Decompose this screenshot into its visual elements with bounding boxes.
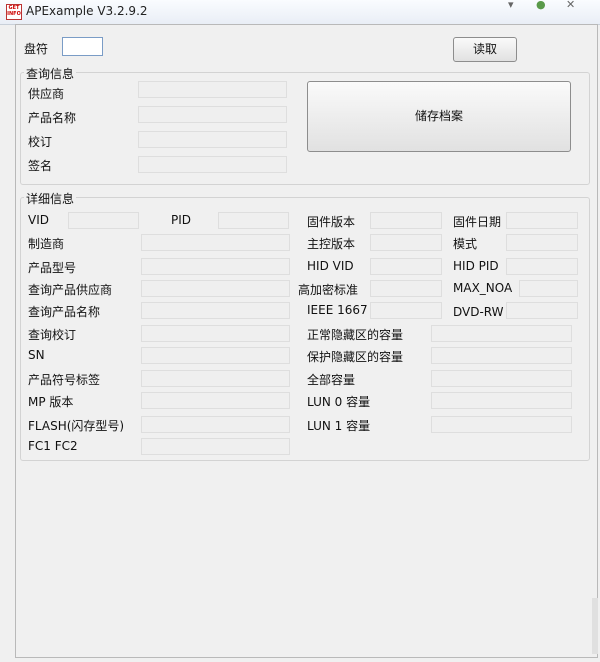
serial-tag-label: 产品符号标签 bbox=[28, 373, 101, 387]
lun0-field bbox=[431, 392, 572, 409]
revision-label: 校订 bbox=[28, 135, 53, 149]
detail-info-title: 详细信息 bbox=[24, 190, 77, 207]
encryption-field bbox=[370, 280, 442, 297]
hid-vid-field bbox=[370, 258, 442, 275]
model-field bbox=[141, 258, 290, 275]
dvd-field bbox=[506, 302, 578, 319]
protected-hidden-field bbox=[431, 347, 572, 364]
max-noa-field bbox=[519, 280, 578, 297]
fc-field bbox=[141, 438, 290, 455]
lun1-field bbox=[431, 416, 572, 433]
query-vendor-label: 查询产品供应商 bbox=[28, 283, 113, 297]
dvd-label: DVD-RW bbox=[453, 305, 504, 319]
protected-hidden-label: 保护隐藏区的容量 bbox=[307, 350, 404, 364]
fw-date-label: 固件日期 bbox=[453, 215, 502, 229]
fw-version-label: 固件版本 bbox=[307, 215, 356, 229]
read-button[interactable]: 读取 bbox=[453, 37, 517, 62]
normal-hidden-field bbox=[431, 325, 572, 342]
lun0-label: LUN 0 容量 bbox=[307, 395, 371, 409]
hid-vid-label: HID VID bbox=[307, 259, 354, 273]
main-panel: 盘符 读取 查询信息 供应商 产品名称 校订 签名 储存档案 详细信息 VID … bbox=[15, 24, 598, 658]
query-product-label: 查询产品名称 bbox=[28, 305, 101, 319]
serial-tag-field bbox=[141, 370, 290, 387]
manufacturer-field bbox=[141, 234, 290, 251]
ieee-field bbox=[370, 302, 442, 319]
revision-field bbox=[138, 131, 287, 148]
signature-field bbox=[138, 156, 287, 173]
fc-label: FC1 FC2 bbox=[28, 439, 78, 453]
vid-label: VID bbox=[28, 213, 49, 227]
flash-model-label: FLASH(闪存型号) bbox=[28, 419, 125, 433]
product-name-field bbox=[138, 106, 287, 123]
mode-label: 模式 bbox=[453, 237, 478, 251]
close-icon[interactable]: ✕ bbox=[566, 0, 575, 14]
vendor-label: 供应商 bbox=[28, 87, 65, 101]
hid-pid-field bbox=[506, 258, 578, 275]
total-capacity-label: 全部容量 bbox=[307, 373, 356, 387]
pid-field bbox=[218, 212, 289, 229]
title-bar: GET INFO APExample V3.2.9.2 ▾ ● ✕ bbox=[0, 0, 600, 25]
mode-field bbox=[506, 234, 578, 251]
product-name-label: 产品名称 bbox=[28, 111, 77, 125]
lun1-label: LUN 1 容量 bbox=[307, 419, 371, 433]
fw-version-field bbox=[370, 212, 442, 229]
save-file-button[interactable]: 储存档案 bbox=[307, 81, 571, 152]
sn-field bbox=[141, 347, 290, 364]
flash-model-field bbox=[141, 416, 290, 433]
query-revision-label: 查询校订 bbox=[28, 328, 77, 342]
vendor-field bbox=[138, 81, 287, 98]
pid-label: PID bbox=[171, 213, 192, 227]
total-capacity-field bbox=[431, 370, 572, 387]
fw-date-field bbox=[506, 212, 578, 229]
max-noa-label: MAX_NOA bbox=[453, 281, 513, 295]
manufacturer-label: 制造商 bbox=[28, 237, 65, 251]
encryption-label: 高加密标准 bbox=[298, 283, 359, 297]
vid-field bbox=[68, 212, 139, 229]
drive-label: 盘符 bbox=[24, 42, 49, 56]
minimize-icon[interactable]: ▾ bbox=[508, 0, 514, 14]
app-icon: GET INFO bbox=[6, 4, 22, 20]
hid-pid-label: HID PID bbox=[453, 259, 499, 273]
query-vendor-field bbox=[141, 280, 290, 297]
mp-version-field bbox=[141, 392, 290, 409]
model-label: 产品型号 bbox=[28, 261, 77, 275]
drive-input[interactable] bbox=[62, 37, 103, 56]
query-info-title: 查询信息 bbox=[24, 65, 77, 82]
query-revision-field bbox=[141, 325, 290, 342]
normal-hidden-label: 正常隐藏区的容量 bbox=[307, 328, 404, 342]
query-product-field bbox=[141, 302, 290, 319]
window-title: APExample V3.2.9.2 bbox=[26, 4, 148, 18]
controller-version-field bbox=[370, 234, 442, 251]
sn-label: SN bbox=[28, 348, 45, 362]
ieee-label: IEEE 1667 bbox=[307, 303, 368, 317]
mp-version-label: MP 版本 bbox=[28, 395, 74, 409]
help-icon[interactable]: ● bbox=[536, 0, 546, 14]
signature-label: 签名 bbox=[28, 159, 53, 173]
controller-version-label: 主控版本 bbox=[307, 237, 356, 251]
resize-grip[interactable] bbox=[592, 598, 598, 654]
